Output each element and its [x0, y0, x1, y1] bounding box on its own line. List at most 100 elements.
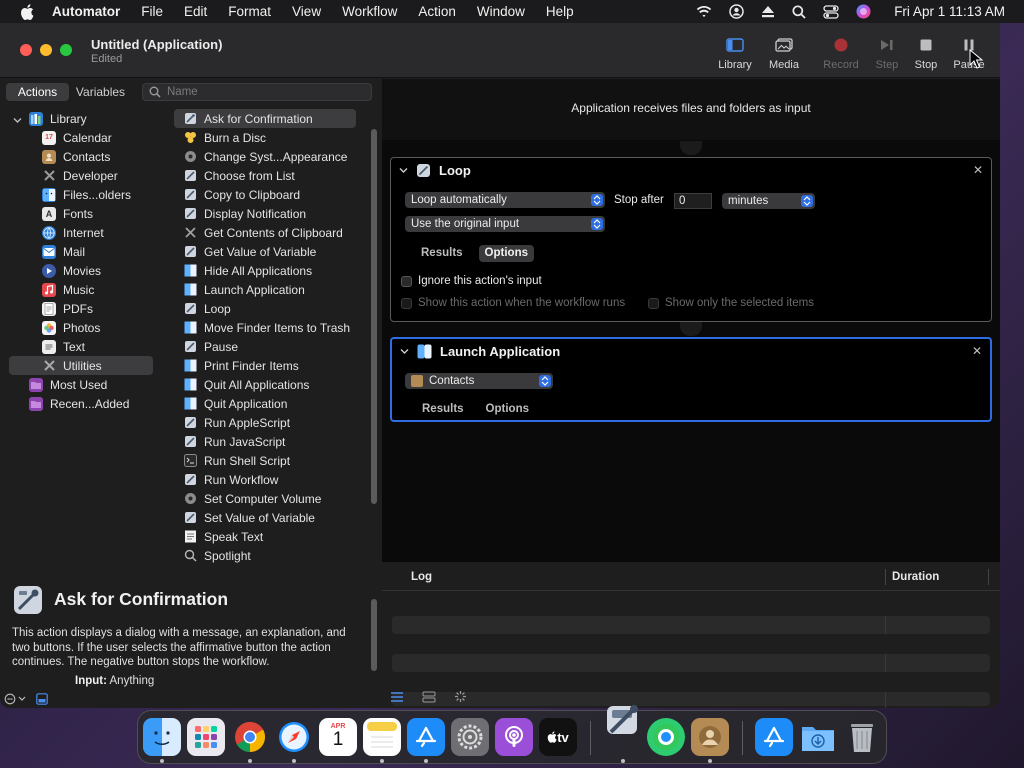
action-item[interactable]: Move Finder Items to Trash	[170, 318, 370, 337]
loop-action[interactable]: Loop ✕ Loop automatically Stop after 0 m…	[390, 157, 992, 322]
window-close-button[interactable]	[20, 44, 32, 56]
record-button[interactable]: Record	[816, 35, 866, 71]
duration-column-header[interactable]: Duration	[892, 571, 939, 583]
action-item[interactable]: Launch Application	[170, 280, 370, 299]
library-item-files-folders[interactable]: Files...olders	[0, 185, 162, 204]
library-item-pdfs[interactable]: PDFs	[0, 299, 162, 318]
search-input[interactable]	[167, 86, 357, 98]
chevron-down-icon[interactable]	[399, 166, 408, 175]
search-icon[interactable]	[792, 4, 806, 19]
menu-app-name[interactable]: Automator	[52, 4, 120, 19]
media-button[interactable]: Media	[759, 35, 809, 71]
user-icon[interactable]	[729, 4, 744, 19]
menu-file[interactable]: File	[141, 4, 163, 19]
library-root-item[interactable]: Library	[0, 109, 162, 128]
library-item-mail[interactable]: Mail	[0, 242, 162, 261]
library-item-movies[interactable]: Movies	[0, 261, 162, 280]
library-item-internet[interactable]: Internet	[0, 223, 162, 242]
library-item-contacts[interactable]: Contacts	[0, 147, 162, 166]
action-item[interactable]: Run Shell Script	[170, 451, 370, 470]
dock-downloads[interactable]	[799, 718, 837, 756]
menu-format[interactable]: Format	[228, 4, 271, 19]
apple-menu-icon[interactable]	[18, 3, 36, 21]
action-item[interactable]: Copy to Clipboard	[170, 185, 370, 204]
search-field[interactable]	[142, 83, 372, 101]
tab-results[interactable]: Results	[416, 401, 470, 418]
action-item[interactable]: Speak Text	[170, 527, 370, 546]
action-menu-button[interactable]	[4, 693, 28, 705]
action-item[interactable]: Ask for Confirmation	[174, 109, 356, 128]
library-item-music[interactable]: Music	[0, 280, 162, 299]
dock-podcasts[interactable]	[495, 718, 533, 756]
dock-safari[interactable]	[275, 718, 313, 756]
checkbox[interactable]	[401, 297, 412, 309]
show-when-runs-checkbox[interactable]: Show this action when the workflow runs	[401, 297, 625, 309]
action-item[interactable]: Set Value of Variable	[170, 508, 370, 527]
dock-calendar[interactable]: APR 1	[319, 718, 357, 756]
action-item[interactable]: Get Contents of Clipboard	[170, 223, 370, 242]
action-item[interactable]: Run JavaScript	[170, 432, 370, 451]
dock-system-preferences[interactable]	[451, 718, 489, 756]
dock-notes[interactable]	[363, 718, 401, 756]
library-item-text[interactable]: Text	[0, 337, 162, 356]
window-zoom-button[interactable]	[60, 44, 72, 56]
chevron-down-icon[interactable]	[13, 114, 22, 128]
checkbox[interactable]	[401, 275, 412, 287]
tab-options[interactable]: Options	[480, 401, 535, 418]
dock-finder[interactable]	[143, 718, 181, 756]
dock-app-store[interactable]	[407, 718, 445, 756]
library-button[interactable]: Library	[710, 35, 760, 71]
action-item[interactable]: Print Finder Items	[170, 356, 370, 375]
siri-icon[interactable]	[856, 4, 871, 19]
library-item-utilities[interactable]: Utilities	[9, 356, 153, 375]
scroll-thumb[interactable]	[371, 129, 377, 504]
action-item[interactable]: Run AppleScript	[170, 413, 370, 432]
show-selected-checkbox[interactable]: Show only the selected items	[648, 297, 814, 309]
log-column-header[interactable]: Log	[411, 571, 432, 583]
action-item[interactable]: Quit Application	[170, 394, 370, 413]
control-center-icon[interactable]	[823, 4, 839, 19]
description-scrollbar[interactable]	[370, 599, 378, 689]
action-item[interactable]: Quit All Applications	[170, 375, 370, 394]
close-icon[interactable]: ✕	[972, 344, 982, 358]
action-item[interactable]: Pause	[170, 337, 370, 356]
window-minimize-button[interactable]	[40, 44, 52, 56]
library-item-fonts[interactable]: A Fonts	[0, 204, 162, 223]
menu-action[interactable]: Action	[418, 4, 456, 19]
menu-view[interactable]: View	[292, 4, 321, 19]
dock-app-store-2[interactable]	[755, 718, 793, 756]
action-item[interactable]: Get Value of Variable	[170, 242, 370, 261]
tab-options[interactable]: Options	[478, 245, 534, 262]
stop-after-field[interactable]: 0	[674, 193, 712, 209]
menu-help[interactable]: Help	[546, 4, 574, 19]
wifi-icon[interactable]	[696, 5, 712, 19]
dock-contacts[interactable]	[691, 718, 729, 756]
action-item[interactable]: Set Computer Volume	[170, 489, 370, 508]
action-item[interactable]: Display Notification	[170, 204, 370, 223]
library-item-recently-added[interactable]: Recen...Added	[0, 394, 162, 413]
list-view-icon[interactable]	[390, 691, 404, 706]
actions-scrollbar[interactable]	[370, 109, 378, 504]
action-item[interactable]: Choose from List	[170, 166, 370, 185]
dock-automator[interactable]	[602, 699, 644, 741]
action-item[interactable]: Hide All Applications	[170, 261, 370, 280]
tab-variables[interactable]: Variables	[69, 83, 132, 101]
library-item-photos[interactable]: Photos	[0, 318, 162, 337]
menubar-clock[interactable]: Fri Apr 1 11:13 AM	[894, 4, 1005, 19]
menu-edit[interactable]: Edit	[184, 4, 207, 19]
dock-find-my[interactable]	[647, 718, 685, 756]
dock-trash[interactable]	[843, 718, 881, 756]
action-item[interactable]: Loop	[170, 299, 370, 318]
launch-application-action[interactable]: Launch Application ✕ Contacts Results Op…	[390, 337, 992, 422]
tab-results[interactable]: Results	[415, 245, 469, 262]
scroll-thumb[interactable]	[371, 599, 377, 671]
menu-workflow[interactable]: Workflow	[342, 4, 397, 19]
checkbox[interactable]	[648, 297, 659, 309]
close-icon[interactable]: ✕	[973, 163, 983, 177]
ignore-input-checkbox[interactable]: Ignore this action's input	[401, 275, 542, 287]
variables-view-icon[interactable]	[422, 691, 436, 706]
loop-mode-popup[interactable]: Loop automatically	[405, 192, 605, 208]
tab-actions[interactable]: Actions	[6, 83, 69, 101]
library-item-most-used[interactable]: Most Used	[0, 375, 162, 394]
menu-window[interactable]: Window	[477, 4, 525, 19]
